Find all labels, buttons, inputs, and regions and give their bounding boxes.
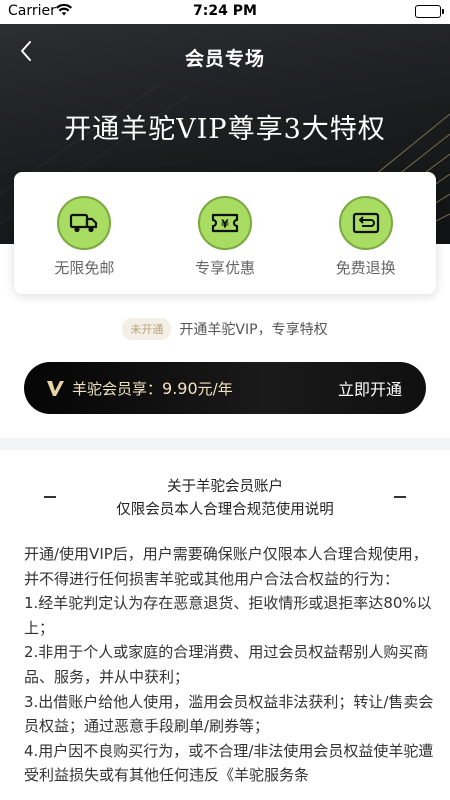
status-bar: Carrier 7:24 PM	[0, 0, 450, 24]
benefit-label: 免费退换	[335, 259, 396, 277]
benefit-label: 无限免邮	[54, 259, 115, 277]
membership-status: 未开通 开通羊驼VIP，专享特权	[0, 318, 450, 340]
benefits-card: 无限免邮 ¥ 专享优惠 免费退换	[14, 172, 436, 294]
status-text: 开通羊驼VIP，专享特权	[179, 322, 328, 338]
page-title: 会员专场	[184, 48, 265, 70]
notice-paragraph: 1.经羊驼判定认为存在恶意退货、拒收情形或退拒率达80%以上；	[24, 594, 432, 637]
benefit-exclusive-discount[interactable]: ¥ 专享优惠	[155, 172, 296, 294]
clock: 7:24 PM	[193, 3, 257, 19]
benefit-free-return[interactable]: 免费退换	[295, 172, 436, 294]
status-badge: 未开通	[122, 318, 172, 340]
benefit-free-shipping[interactable]: 无限免邮	[14, 172, 155, 294]
vip-price-value: 9.90	[162, 378, 198, 398]
hero-heading: 开通羊驼VIP尊享3大特权	[64, 114, 386, 145]
svg-text:¥: ¥	[221, 218, 229, 231]
vip-price-prefix: 羊驼会员享：	[72, 379, 163, 398]
notice-title-line2: 仅限会员本人合理合规范使用说明	[116, 502, 334, 518]
vip-v-icon	[47, 381, 64, 396]
open-vip-button[interactable]: 羊驼会员享：9.90元/年 立即开通	[24, 362, 426, 414]
notice-paragraph: 4.用户因不良购买行为，或不合理/非法使用会员权益使羊驼遭受利益损失或有其他任何…	[24, 741, 434, 785]
notice-paragraph: 3.出借账户给他人使用，滥用会员权益非法获利；转让/售卖会员权益；通过恶意手段刷…	[24, 692, 434, 736]
truck-icon	[57, 196, 112, 250]
vip-price: 羊驼会员享：9.90元/年	[72, 378, 233, 399]
benefit-label: 专享优惠	[195, 259, 256, 277]
notice-paragraph: 2.非用于个人或家庭的合理消费、用过会员权益帮别人购买商品、服务，并从中获利；	[24, 643, 429, 686]
coupon-icon: ¥	[198, 196, 252, 250]
notice-paragraph: 开通/使用VIP后，用户需要确保账户仅限本人合理合规使用，并不得进行任何损害羊驼…	[24, 545, 428, 588]
notice-title: 关于羊驼会员账户 仅限会员本人合理合规范使用说明	[0, 476, 450, 522]
return-icon	[338, 196, 393, 250]
battery-icon	[415, 5, 444, 18]
open-now-label: 立即开通	[337, 380, 402, 399]
notice-title-line1: 关于羊驼会员账户	[167, 479, 283, 495]
vip-price-unit: 元/年	[197, 379, 233, 398]
notice-body: 开通/使用VIP后，用户需要确保账户仅限本人合理合规使用，并不得进行任何损害羊驼…	[24, 542, 434, 788]
section-divider	[0, 438, 450, 450]
